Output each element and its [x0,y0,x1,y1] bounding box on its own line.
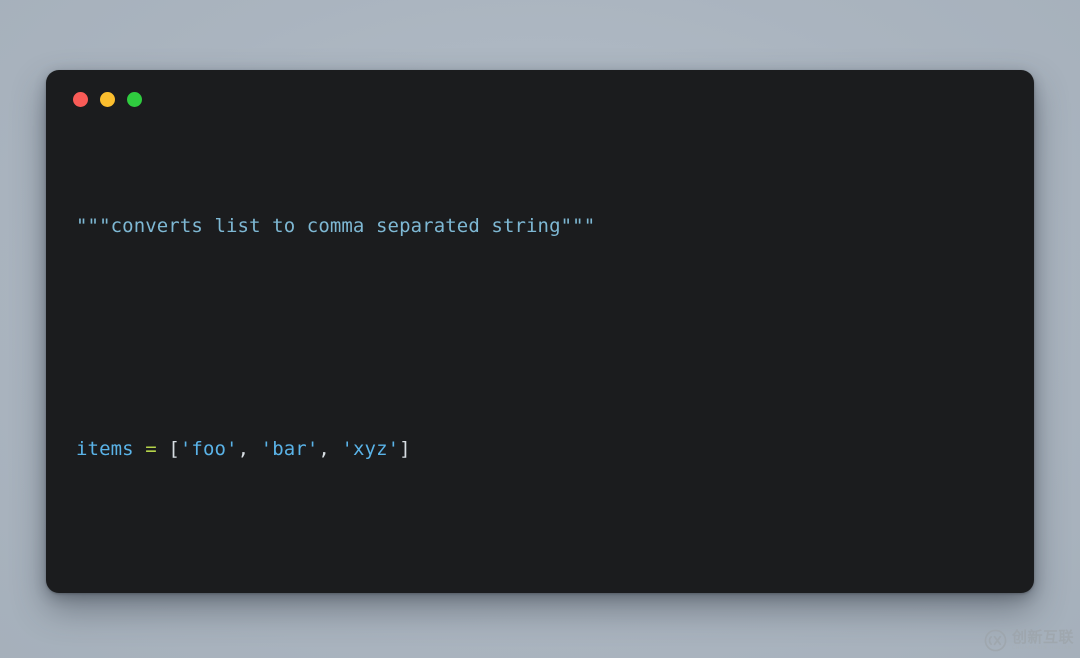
watermark-en-label: CHUANGXIN HULIAN [1011,645,1073,651]
code-editor-window: """converts list to comma separated stri… [46,70,1034,593]
zoom-button-icon[interactable] [127,91,142,107]
string-bar: 'bar' [260,438,319,460]
close-button-icon[interactable] [73,91,88,107]
code-line-3: items = ['foo', 'bar', 'xyz'] [76,435,1004,463]
docstring-1: """converts list to comma separated stri… [76,215,596,237]
comma-1: , [237,438,261,460]
window-titlebar [46,70,1034,128]
variable-items: items [76,438,134,460]
space-2 [157,438,169,460]
bracket-open-1: [ [168,438,180,460]
watermark-cn-label: 创新互联 [1011,627,1074,646]
bracket-close-1: ] [399,438,411,460]
assign-operator-1: = [145,438,157,460]
watermark: 创新互联 CHUANGXIN HULIAN [984,629,1074,652]
brand-logo-icon [984,629,1007,652]
string-foo: 'foo' [179,438,238,460]
space-1 [134,438,146,460]
comma-2: , [318,438,342,460]
minimize-button-icon[interactable] [100,91,115,107]
code-line-1: """converts list to comma separated stri… [76,212,1004,240]
code-block[interactable]: """converts list to comma separated stri… [46,128,1034,593]
string-xyz: 'xyz' [341,438,400,460]
watermark-text: 创新互联 CHUANGXIN HULIAN [1011,627,1074,652]
